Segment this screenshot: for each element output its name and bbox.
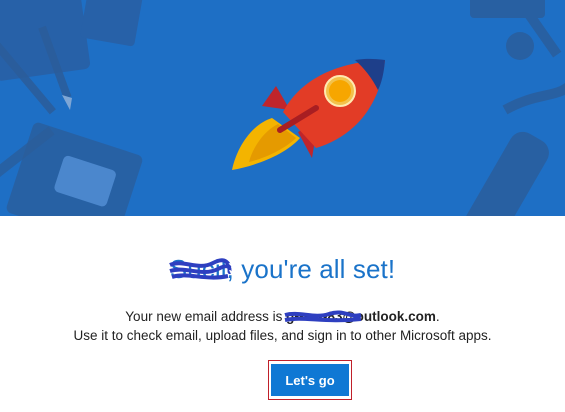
brush-icon [462,131,549,216]
usage-description: Use it to check email, upload files, and… [73,328,492,343]
hero-illustration [0,0,565,216]
book-icon [80,0,145,47]
title-suffix: , you're all set! [226,254,396,284]
page-title: Sucil, you're all set! [0,254,565,285]
lets-go-button[interactable]: Let's go [271,364,349,396]
user-name: Sucil [169,254,227,284]
email-address-text: Your new email address is g•••••••83 @out… [125,309,440,324]
confirmation-panel: Sucil, you're all set! Your new email ad… [0,216,565,412]
redaction-scribble [284,310,362,323]
hero-banner [0,0,565,216]
rocket-icon [232,58,385,170]
